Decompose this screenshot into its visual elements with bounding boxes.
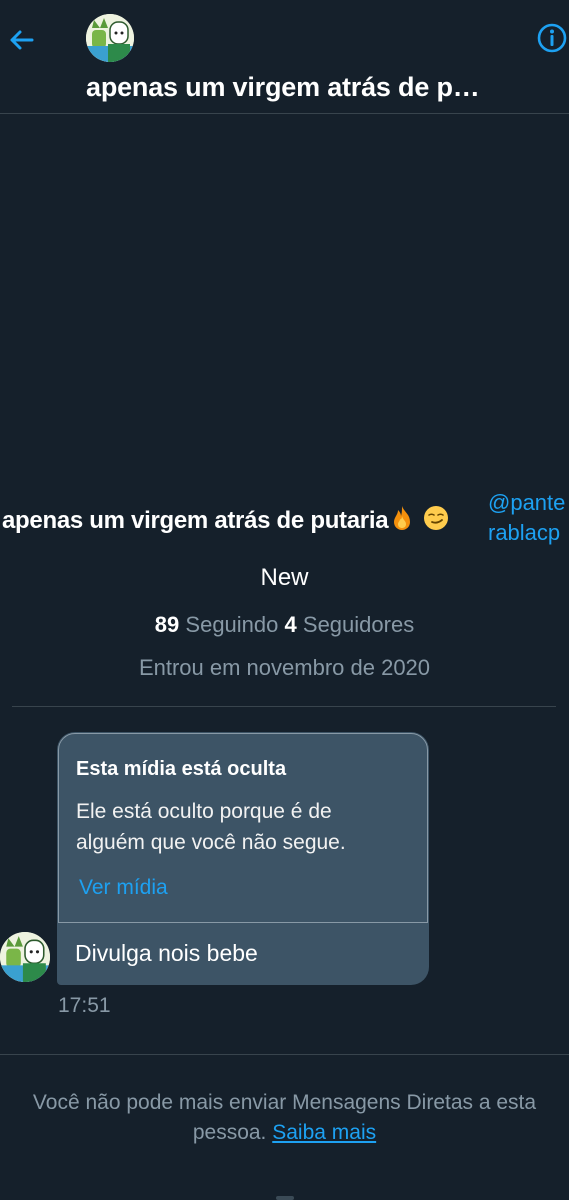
hidden-media-card: Esta mídia está oculta Ele está oculto p… [58,733,428,923]
sender-avatar[interactable] [0,932,50,982]
back-button[interactable] [4,22,40,58]
message-bubble[interactable]: Esta mídia está oculta Ele está oculto p… [57,732,429,985]
profile-name: apenas um virgem atrás de putaria [2,504,482,535]
follow-stats: 89 Seguindo 4 Seguidores [0,612,569,638]
fire-emoji [394,506,411,530]
profile-handle[interactable]: @panterablacp [488,488,568,548]
following-label[interactable]: Seguindo [185,612,278,637]
followers-label[interactable]: Seguidores [303,612,414,637]
learn-more-link[interactable]: Saiba mais [272,1121,376,1144]
arrow-left-icon [10,30,34,50]
message-text: Divulga nois bebe [75,940,258,966]
following-count[interactable]: 89 [155,612,179,637]
profile-bio: New [260,564,309,591]
dm-disabled-notice: Você não pode mais enviar Mensagens Dire… [0,1088,569,1148]
divider [0,1054,569,1055]
avatar-image [0,932,50,982]
avatar-image [86,14,134,62]
joined-date: Entrou em novembro de 2020 [138,655,431,680]
view-media-link[interactable]: Ver mídia [79,876,168,900]
hidden-media-description: Ele está oculto porque é de alguém que v… [76,800,346,854]
gesture-bar [276,1196,294,1200]
header-title: apenas um virgem atrás de p… [86,72,480,102]
message-timestamp: 17:51 [58,994,111,1017]
conversation-header: apenas um virgem atrás de p… [0,0,569,114]
info-button[interactable] [536,22,568,54]
header-avatar[interactable] [86,14,134,62]
hidden-media-title: Esta mídia está oculta [76,758,287,780]
info-icon [537,23,567,53]
profile-name-text: apenas um virgem atrás de putaria [2,507,389,534]
smirk-emoji [424,506,449,530]
divider [12,706,556,707]
followers-count[interactable]: 4 [285,612,297,637]
